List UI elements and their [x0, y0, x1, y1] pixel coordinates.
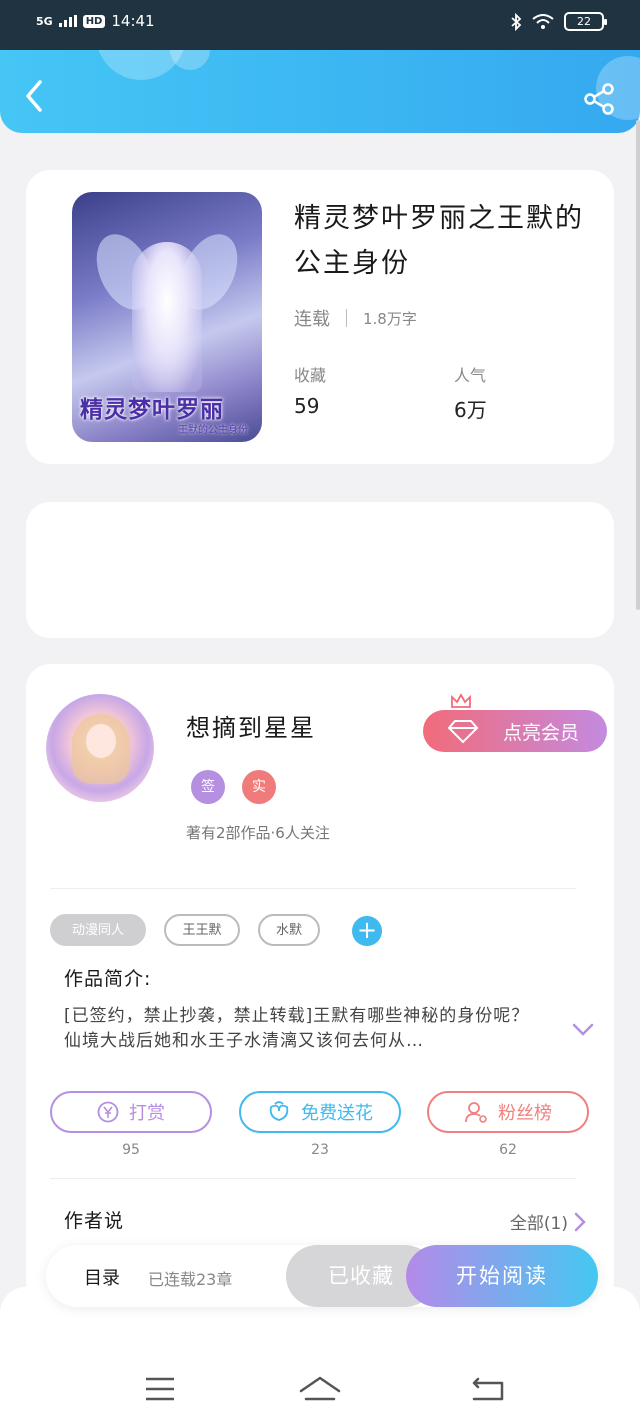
divider	[50, 1178, 576, 1179]
bluetooth-icon	[511, 12, 522, 31]
divider	[346, 309, 347, 327]
word-count: 1.8万字	[363, 309, 417, 328]
chevron-down-icon	[572, 1023, 594, 1036]
tag-item[interactable]: 动漫同人	[50, 914, 146, 946]
intro-text: [已签约，禁止抄袭，禁止转载]王默有哪些神秘的身份呢？仙境大战后她和水王子水清漓…	[64, 1006, 530, 1051]
vip-button-label: 点亮会员	[502, 721, 579, 744]
flower-count: 23	[311, 1142, 329, 1158]
tip-button[interactable]: 打赏	[50, 1091, 212, 1133]
tip-button-label: 打赏	[129, 1103, 165, 1124]
decorative-bubble	[170, 50, 210, 70]
blank-banner-card	[26, 502, 614, 638]
verified-badge: 实	[242, 770, 276, 804]
chevron-right-icon	[574, 1212, 586, 1231]
scrollbar[interactable]	[636, 120, 640, 610]
intro-heading: 作品简介:	[64, 968, 152, 990]
popularity-label: 人气	[454, 366, 487, 385]
avatar-art	[86, 724, 116, 758]
toc-button[interactable]: 目录	[84, 1264, 120, 1290]
send-flower-button[interactable]: 免费送花	[239, 1091, 401, 1133]
fan-ranking-button[interactable]: 粉丝榜	[427, 1091, 589, 1133]
author-info: 著有2部作品·6人关注	[186, 824, 330, 842]
expand-button[interactable]	[572, 1022, 594, 1041]
popularity-value: 6万	[454, 398, 487, 422]
fan-count: 62	[499, 1142, 517, 1158]
signal-bars-icon	[58, 15, 77, 27]
user-icon	[465, 1102, 487, 1123]
diamond-icon	[447, 720, 479, 744]
book-meta: 连载 1.8万字	[294, 305, 417, 331]
avatar[interactable]	[46, 694, 154, 802]
view-all-label: 全部(1)	[509, 1214, 568, 1234]
header-bar	[0, 50, 640, 133]
add-tag-button[interactable]: +	[352, 916, 382, 946]
tag-item[interactable]: 王王默	[164, 914, 240, 946]
share-icon	[584, 83, 614, 115]
system-nav-bar	[0, 1287, 640, 1427]
flower-icon	[269, 1101, 289, 1121]
divider	[50, 888, 576, 889]
yen-coin-icon	[97, 1101, 119, 1123]
book-info-card: 精灵梦叶罗丽 王默的公主身份 精灵梦叶罗丽之王默的公主身份 连载 1.8万字 收…	[26, 170, 614, 464]
start-reading-button[interactable]: 开始阅读	[406, 1245, 598, 1307]
signal-indicator: 5G	[36, 14, 53, 28]
status-bar: 5G HD 14:41 22	[0, 0, 640, 50]
fan-ranking-label: 粉丝榜	[498, 1103, 552, 1124]
hd-badge: HD	[82, 14, 106, 28]
share-button[interactable]	[582, 82, 616, 116]
read-action-bar: 目录 已连载23章 已收藏 开始阅读	[46, 1245, 598, 1307]
author-says-heading: 作者说	[64, 1210, 125, 1232]
serial-chapters: 已连载23章	[148, 1270, 233, 1289]
book-title: 精灵梦叶罗丽之王默的公主身份	[294, 203, 584, 279]
book-status: 连载	[294, 309, 330, 330]
clock: 14:41	[111, 12, 155, 30]
battery-indicator: 22	[564, 12, 607, 31]
collect-label: 收藏	[294, 366, 327, 385]
view-all-link[interactable]: 全部(1)	[510, 1209, 586, 1234]
crown-icon	[451, 693, 471, 708]
vip-button[interactable]: 点亮会员	[423, 693, 607, 752]
book-cover[interactable]: 精灵梦叶罗丽 王默的公主身份	[72, 192, 262, 442]
cover-art	[132, 242, 202, 392]
signed-badge: 签	[191, 770, 225, 804]
back-button[interactable]	[20, 78, 50, 114]
tag-item[interactable]: 水默	[258, 914, 320, 946]
cover-subtitle: 王默的公主身份	[178, 425, 248, 436]
wifi-icon	[532, 13, 554, 29]
back-nav-icon[interactable]	[470, 1375, 506, 1403]
menu-icon[interactable]	[144, 1375, 176, 1403]
author-name[interactable]: 想摘到星星	[186, 708, 316, 743]
cover-title: 精灵梦叶罗丽	[80, 396, 224, 423]
send-flower-label: 免费送花	[301, 1103, 373, 1124]
collect-value: 59	[294, 394, 320, 418]
tip-count: 95	[122, 1142, 140, 1158]
chevron-left-icon	[26, 80, 42, 112]
home-icon[interactable]	[298, 1375, 342, 1403]
